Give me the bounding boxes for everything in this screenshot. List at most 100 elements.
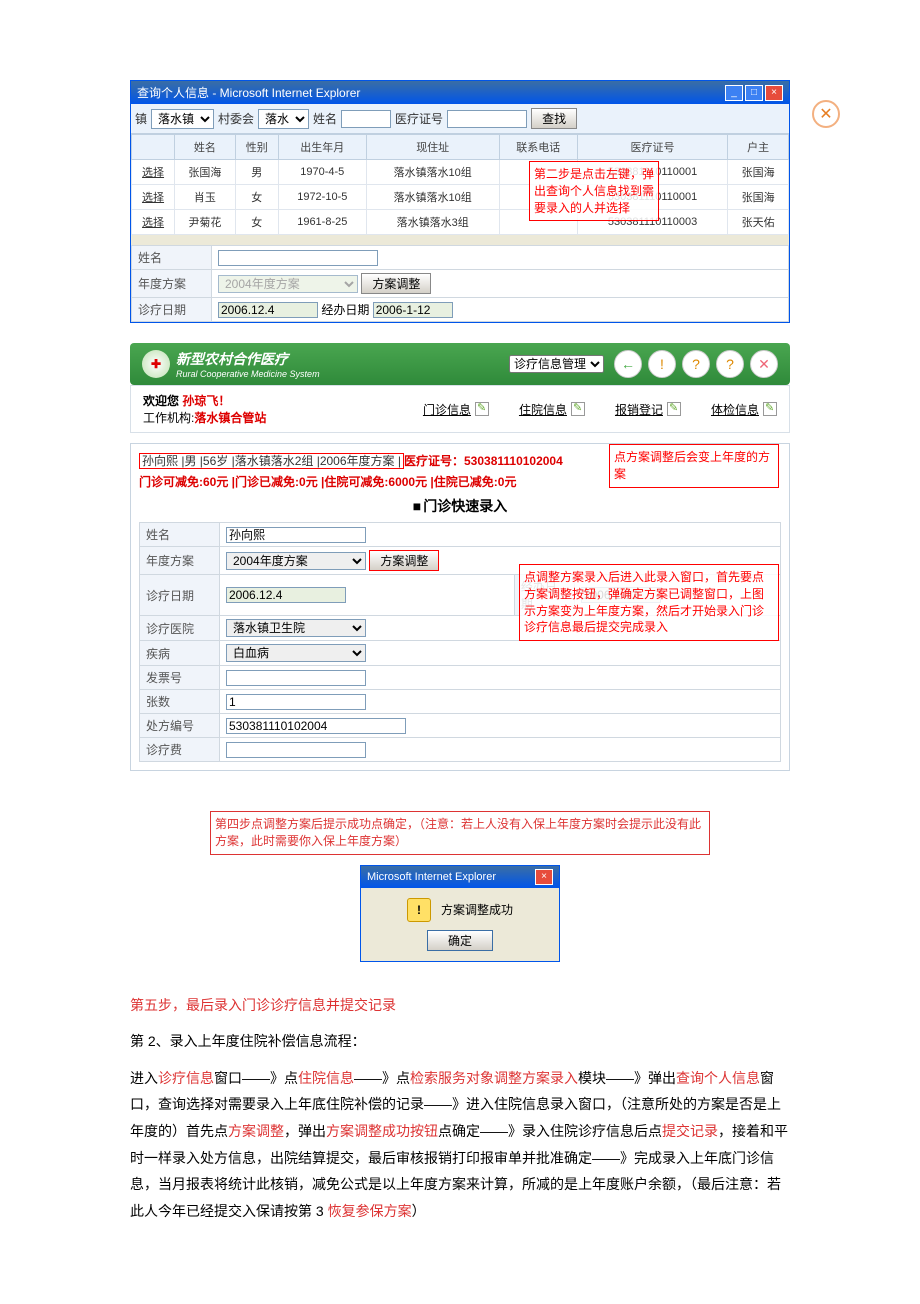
- cell: 女: [235, 185, 278, 210]
- question-icon[interactable]: ?: [716, 350, 744, 378]
- org-name: 落水镇合管站: [194, 411, 266, 425]
- mini-plan-select[interactable]: 2004年度方案: [218, 275, 358, 293]
- edit-icon: [571, 402, 585, 416]
- col-header: 姓名: [175, 135, 236, 160]
- nav-tab[interactable]: 报销登记: [615, 401, 681, 418]
- flow-paragraph: 进入诊疗信息窗口——》点住院信息——》点检索服务对象调整方案录入模块——》弹出查…: [130, 1065, 790, 1225]
- close-circle-icon[interactable]: ✕: [812, 100, 840, 128]
- col-header: 医疗证号: [577, 135, 728, 160]
- mini-name-label: 姓名: [132, 246, 212, 270]
- select-link[interactable]: 选择: [132, 160, 175, 185]
- module-select[interactable]: 诊疗信息管理: [509, 355, 604, 373]
- cell: 张国海: [175, 160, 236, 185]
- doc-body: 第五步，最后录入门诊诊疗信息并提交记录 第 2、录入上年度住院补偿信息流程： 进…: [130, 992, 790, 1225]
- nav-tab[interactable]: 门诊信息: [423, 401, 489, 418]
- patient-summary: 孙向熙 |男 |56岁 |落水镇落水2组 |2006年度方案 |: [139, 453, 404, 469]
- f-disease-label: 疾病: [140, 641, 220, 666]
- warning-icon: !: [407, 898, 431, 922]
- step5-heading: 第五步，最后录入门诊诊疗信息并提交记录: [130, 992, 790, 1019]
- town-select[interactable]: 落水镇: [151, 109, 214, 129]
- exit-icon[interactable]: ✕: [750, 350, 778, 378]
- patient-mid: 530381110102004: [464, 454, 563, 468]
- col-header: [132, 135, 175, 160]
- mini-plan-label: 年度方案: [132, 270, 212, 298]
- village-label: 村委会: [218, 110, 254, 127]
- f-fee-input[interactable]: [226, 742, 366, 758]
- col-header: 联系电话: [499, 135, 577, 160]
- minimize-button[interactable]: _: [725, 85, 743, 101]
- maximize-button[interactable]: □: [745, 85, 763, 101]
- section-title: 门诊快速录入: [139, 496, 781, 516]
- table-row: 选择尹菊花女1961-8-25落水镇落水3组530381110110003张天佑: [132, 210, 789, 235]
- f-invoice-label: 发票号: [140, 666, 220, 690]
- dialog-ok-button[interactable]: 确定: [427, 930, 493, 951]
- f-count-input[interactable]: [226, 694, 366, 710]
- name-label: 姓名: [313, 110, 337, 127]
- org-label: 工作机构:: [143, 411, 194, 425]
- f-hosp-select[interactable]: 落水镇卫生院: [226, 619, 366, 637]
- alert-dialog: Microsoft Internet Explorer × ! 方案调整成功 确…: [360, 865, 560, 962]
- select-link[interactable]: 选择: [132, 210, 175, 235]
- cell: 男: [235, 160, 278, 185]
- back-icon[interactable]: ←: [614, 350, 642, 378]
- find-button[interactable]: 查找: [531, 108, 577, 129]
- name-input[interactable]: [341, 110, 391, 128]
- dialog-title: Microsoft Internet Explorer: [367, 871, 496, 883]
- cell: 女: [235, 210, 278, 235]
- entry-form: 姓名 年度方案 2004年度方案 方案调整 诊疗日期 经办日期 诊疗医院落水镇卫…: [139, 522, 781, 762]
- annotation-entry: 点调整方案录入后进入此录入窗口，首先要点方案调整按钮，弹确定方案已调整窗口，上图…: [519, 564, 779, 641]
- alert-icon[interactable]: !: [648, 350, 676, 378]
- mini-plan-adjust-button[interactable]: 方案调整: [361, 273, 431, 294]
- f-disease-select[interactable]: 白血病: [226, 644, 366, 662]
- welcome-bar: 欢迎您 孙琼飞！ 工作机构:落水镇合管站 门诊信息 住院信息 报销登记 体检信息: [130, 385, 790, 433]
- edit-icon: [763, 402, 777, 416]
- cell: 肖玉: [175, 185, 236, 210]
- welcome-label: 欢迎您: [143, 394, 179, 408]
- cell: 张国海: [728, 185, 789, 210]
- col-header: 现住址: [366, 135, 499, 160]
- cell: 张国海: [728, 160, 789, 185]
- mini-proc-input[interactable]: [373, 302, 453, 318]
- dialog-close-button[interactable]: ×: [535, 869, 553, 885]
- app-header: ✚ 新型农村合作医疗 Rural Cooperative Medicine Sy…: [130, 343, 790, 385]
- f-rx-input[interactable]: [226, 718, 406, 734]
- town-label: 镇: [135, 110, 147, 127]
- user-name: 孙琼飞！: [182, 394, 230, 408]
- titlebar: 查询个人信息 - Microsoft Internet Explorer _ □…: [131, 81, 789, 104]
- cell: 落水镇落水3组: [366, 210, 499, 235]
- cell: 落水镇落水10组: [366, 185, 499, 210]
- dialog-message: 方案调整成功: [441, 901, 513, 918]
- nav-tab[interactable]: 住院信息: [519, 401, 585, 418]
- f-date-input[interactable]: [226, 587, 346, 603]
- cell: 1970-4-5: [278, 160, 366, 185]
- f-count-label: 张数: [140, 690, 220, 714]
- f-hosp-label: 诊疗医院: [140, 616, 220, 641]
- person-lookup-window: 查询个人信息 - Microsoft Internet Explorer _ □…: [130, 80, 790, 323]
- col-header: 出生年月: [278, 135, 366, 160]
- mid-input[interactable]: [447, 110, 527, 128]
- nav-tab[interactable]: 体检信息: [711, 401, 777, 418]
- cell: 落水镇落水10组: [366, 160, 499, 185]
- select-link[interactable]: 选择: [132, 185, 175, 210]
- cell: 1972-10-5: [278, 185, 366, 210]
- table-row: 选择肖玉女1972-10-5落水镇落水10组530381110110001张国海: [132, 185, 789, 210]
- f-name-input[interactable]: [226, 527, 366, 543]
- f-invoice-input[interactable]: [226, 670, 366, 686]
- annotation-step4: 第四步点调整方案后提示成功点确定，（注意：若上人没有入保上年度方案时会提示此没有…: [210, 811, 710, 855]
- plan-adjust-button[interactable]: 方案调整: [369, 550, 439, 571]
- mini-proc-label: 经办日期: [321, 303, 369, 317]
- f-name-label: 姓名: [140, 523, 220, 547]
- mini-form: 姓名 年度方案 2004年度方案 方案调整 诊疗日期 经办日期: [131, 245, 789, 322]
- search-bar: 镇 落水镇 村委会 落水 姓名 医疗证号 查找: [131, 104, 789, 134]
- table-row: 选择张国海男1970-4-5落水镇落水10组530381110110001张国海: [132, 160, 789, 185]
- mini-name-input[interactable]: [218, 250, 378, 266]
- mini-date-input[interactable]: [218, 302, 318, 318]
- village-select[interactable]: 落水: [258, 109, 309, 129]
- f-plan-select[interactable]: 2004年度方案: [226, 552, 366, 570]
- patient-mid-label: 医疗证号：: [404, 454, 464, 468]
- close-button[interactable]: ×: [765, 85, 783, 101]
- window-title: 查询个人信息 - Microsoft Internet Explorer: [137, 84, 360, 101]
- cell: 1961-8-25: [278, 210, 366, 235]
- cell: 张天佑: [728, 210, 789, 235]
- help-icon[interactable]: ?: [682, 350, 710, 378]
